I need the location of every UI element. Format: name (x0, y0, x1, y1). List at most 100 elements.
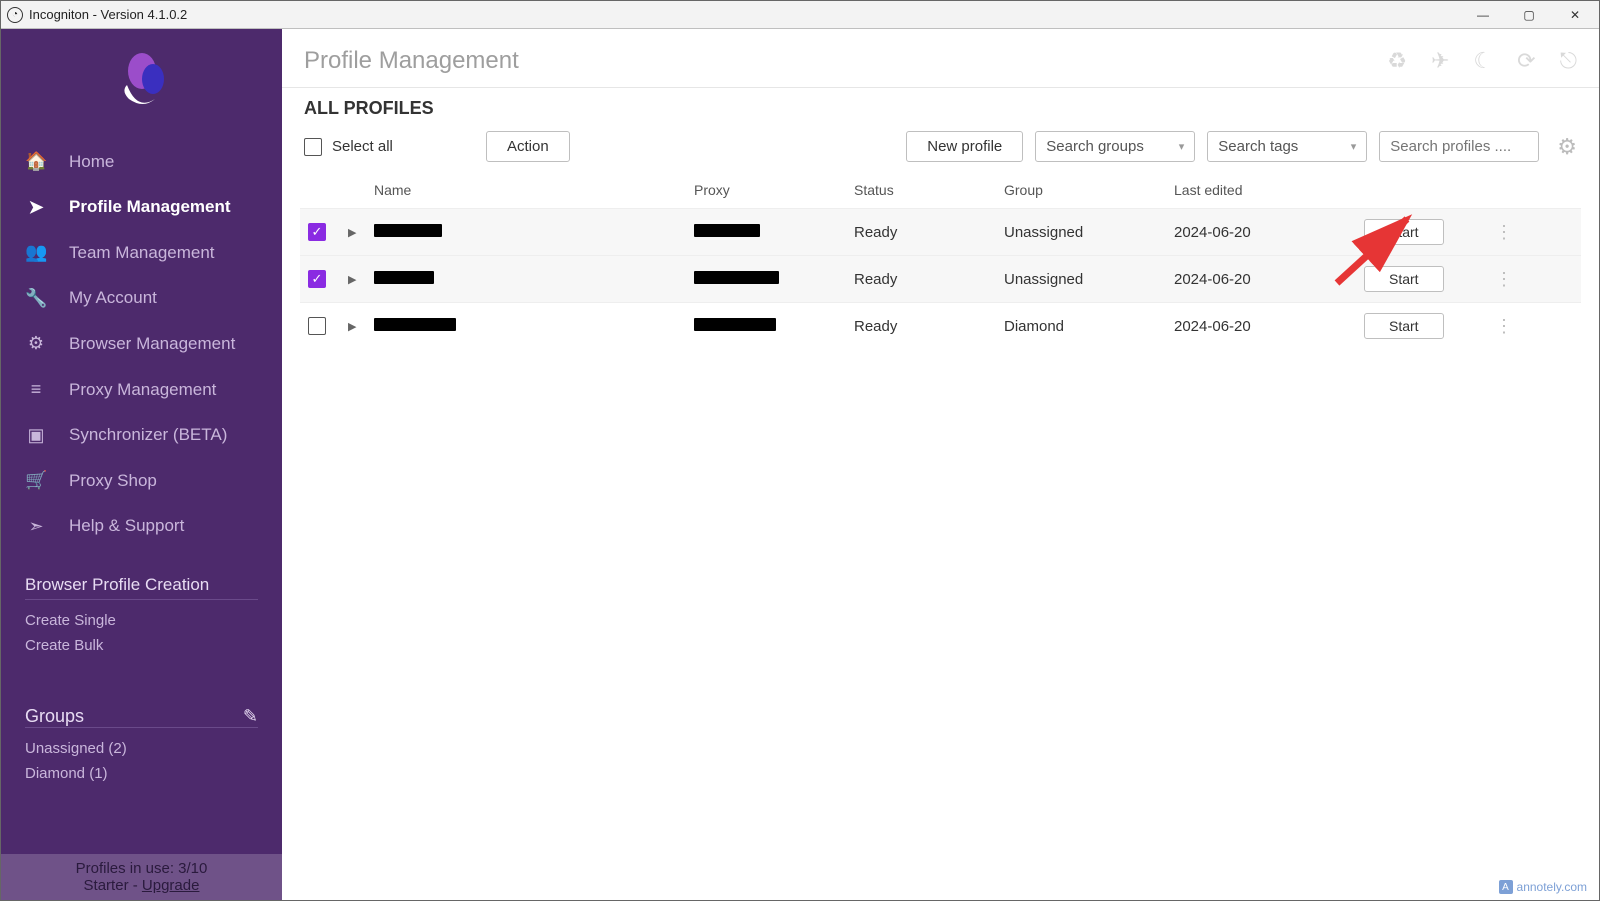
recycle-icon[interactable]: ♻ (1387, 48, 1407, 74)
nav-proxy-shop[interactable]: 🛒 Proxy Shop (1, 458, 282, 504)
nav-label: Synchronizer (BETA) (69, 425, 227, 445)
row-checkbox[interactable] (308, 317, 326, 335)
arrow-icon: ➣ (25, 516, 47, 538)
nav-label: Team Management (69, 243, 215, 263)
group-cell: Unassigned (1004, 224, 1174, 241)
new-profile-button[interactable]: New profile (906, 131, 1023, 162)
sync-icon: ▣ (25, 425, 47, 447)
group-diamond[interactable]: Diamond (1) (25, 761, 258, 786)
logout-icon[interactable]: ⎋ (1560, 48, 1577, 74)
nav-synchronizer[interactable]: ▣ Synchronizer (BETA) (1, 413, 282, 459)
gear-icon: ⚙ (25, 333, 47, 355)
sidebar-footer: Profiles in use: 3/10 Starter - Upgrade (1, 854, 282, 900)
sidebar: 🏠Home ➤ Profile Management 👥 Team Manageme… (1, 29, 282, 900)
row-checkbox[interactable]: ✓ (308, 223, 326, 241)
action-button[interactable]: Action (486, 131, 570, 162)
profile-name-redacted (374, 271, 434, 284)
edit-groups-icon[interactable]: ✎ (243, 706, 258, 727)
watermark-text: annotely.com (1517, 880, 1587, 894)
app-icon: ◔ (7, 7, 23, 23)
select-all-checkbox[interactable] (304, 138, 322, 156)
create-bulk-link[interactable]: Create Bulk (25, 633, 258, 658)
row-menu-icon[interactable]: ⋮ (1484, 269, 1524, 290)
nav-browser-management[interactable]: ⚙ Browser Management (1, 321, 282, 367)
groups-section: Groups ✎ Unassigned (2) Diamond (1) (1, 680, 282, 786)
start-button[interactable]: Start (1364, 313, 1444, 339)
proxy-redacted (694, 318, 776, 331)
profile-name-redacted (374, 224, 442, 237)
search-profiles-input[interactable] (1379, 131, 1539, 162)
close-button[interactable]: ✕ (1567, 8, 1583, 22)
nav-home[interactable]: 🏠Home (1, 139, 282, 185)
minimize-button[interactable]: — (1475, 8, 1491, 22)
group-cell: Unassigned (1004, 271, 1174, 288)
team-icon: 👥 (25, 242, 47, 264)
start-button[interactable]: Start (1364, 266, 1444, 292)
table-header-row: Name Proxy Status Group Last edited (300, 172, 1581, 208)
status-cell: Ready (854, 318, 1004, 335)
watermark: A annotely.com (1499, 880, 1587, 894)
last-edited-cell: 2024-06-20 (1174, 224, 1364, 241)
nav-proxy-management[interactable]: ≡ Proxy Management (1, 367, 282, 413)
nav-label: Help & Support (69, 516, 184, 536)
col-group: Group (1004, 182, 1174, 198)
nav-profile-management[interactable]: ➤ Profile Management (1, 185, 282, 231)
upgrade-link[interactable]: Upgrade (142, 877, 200, 894)
groups-header-label: Groups (25, 706, 84, 727)
moon-icon[interactable]: ☾ (1473, 48, 1493, 74)
col-last-edited: Last edited (1174, 182, 1364, 198)
wrench-icon: 🔧 (25, 288, 47, 310)
maximize-button[interactable]: ▢ (1521, 8, 1537, 22)
titlebar: ◔ Incogniton - Version 4.1.0.2 — ▢ ✕ (1, 1, 1599, 29)
nav-label: Proxy Shop (69, 471, 157, 491)
col-status: Status (854, 182, 1004, 198)
settings-gear-icon[interactable]: ⚙ (1557, 134, 1577, 160)
dropdown-label: Search groups (1046, 138, 1144, 155)
proxy-redacted (694, 271, 779, 284)
profile-name-redacted (374, 318, 456, 331)
logo (1, 29, 282, 139)
group-unassigned[interactable]: Unassigned (2) (25, 736, 258, 761)
chevron-down-icon: ▾ (1179, 140, 1185, 153)
dropdown-label: Search tags (1218, 138, 1298, 155)
cart-icon: 🛒 (25, 470, 47, 492)
create-single-link[interactable]: Create Single (25, 608, 258, 633)
main-content: Profile Management ♻ ✈ ☾ ⟳ ⎋ ALL PROFILE… (282, 29, 1599, 900)
profiles-in-use: Profiles in use: 3/10 (1, 860, 282, 877)
row-checkbox[interactable]: ✓ (308, 270, 326, 288)
section-header: Browser Profile Creation (25, 575, 258, 595)
status-cell: Ready (854, 271, 1004, 288)
home-icon: 🏠 (25, 151, 47, 173)
col-name: Name (374, 182, 694, 198)
search-tags-dropdown[interactable]: Search tags▾ (1207, 131, 1367, 162)
group-cell: Diamond (1004, 318, 1174, 335)
profiles-table: Name Proxy Status Group Last edited ✓ ▶ Re… (282, 172, 1599, 900)
start-button[interactable]: Start (1364, 219, 1444, 245)
cursor-icon: ➤ (25, 197, 47, 219)
nav-label: My Account (69, 288, 157, 308)
send-icon[interactable]: ✈ (1431, 48, 1449, 74)
window-title: Incogniton - Version 4.1.0.2 (29, 7, 187, 22)
nav-help-support[interactable]: ➣ Help & Support (1, 504, 282, 550)
nav-my-account[interactable]: 🔧 My Account (1, 276, 282, 322)
last-edited-cell: 2024-06-20 (1174, 318, 1364, 335)
browser-profile-creation-section: Browser Profile Creation Create Single C… (1, 575, 282, 658)
nav-label: Browser Management (69, 334, 235, 354)
row-menu-icon[interactable]: ⋮ (1484, 222, 1524, 243)
table-row: ▶ ReadyDiamond2024-06-20Start ⋮ (300, 302, 1581, 349)
nav-team-management[interactable]: 👥 Team Management (1, 230, 282, 276)
row-menu-icon[interactable]: ⋮ (1484, 316, 1524, 337)
expand-toggle[interactable]: ▶ (348, 320, 374, 333)
table-row: ✓▶ReadyUnassigned2024-06-20Start⋮ (300, 208, 1581, 255)
search-groups-dropdown[interactable]: Search groups ▾ (1035, 131, 1195, 162)
col-proxy: Proxy (694, 182, 854, 198)
nav-label: Profile Management (69, 197, 231, 217)
expand-toggle[interactable]: ▶ (348, 226, 374, 239)
nav-label: Proxy Management (69, 380, 216, 400)
server-icon: ≡ (25, 379, 47, 401)
plan-label: Starter - (84, 877, 142, 894)
page-title: Profile Management (304, 47, 519, 75)
proxy-redacted (694, 224, 760, 237)
refresh-icon[interactable]: ⟳ (1517, 48, 1535, 74)
expand-toggle[interactable]: ▶ (348, 273, 374, 286)
